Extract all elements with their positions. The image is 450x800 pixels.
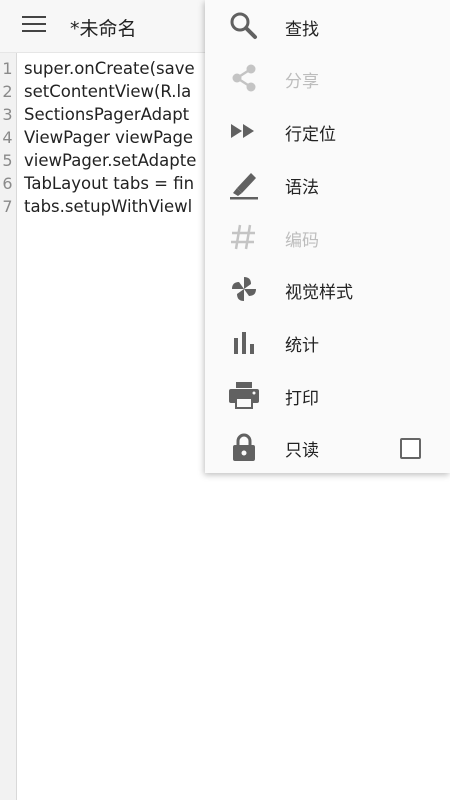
code-line[interactable]: SectionsPagerAdapt: [24, 103, 189, 126]
menu-item-syntax[interactable]: 语法: [205, 158, 450, 210]
share-icon: [232, 64, 256, 92]
line-number: 1: [2, 59, 13, 78]
code-line[interactable]: setContentView(R.la: [24, 80, 191, 103]
fast-forward-icon: [231, 124, 254, 138]
line-number: 4: [2, 128, 13, 147]
code-line[interactable]: tabs.setupWithViewl: [24, 195, 192, 218]
code-line[interactable]: TabLayout tabs = fin: [24, 172, 194, 195]
menu-item-read-only[interactable]: 只读: [205, 421, 450, 473]
menu-item-label: 视觉样式: [285, 283, 353, 303]
menu-item-label: 语法: [285, 178, 319, 198]
menu-item-label: 只读: [285, 441, 319, 461]
bar-chart-icon: [234, 332, 254, 354]
document-title: *未命名: [70, 18, 137, 40]
menu-item-label: 查找: [285, 20, 319, 40]
lock-icon: [233, 433, 255, 461]
menu-item-goto-line[interactable]: 行定位: [205, 105, 450, 157]
line-number: 3: [2, 105, 13, 124]
menu-item-label: 分享: [285, 72, 319, 92]
menu-item-print[interactable]: 打印: [205, 369, 450, 421]
printer-icon: [229, 382, 259, 409]
menu-item-visual-style[interactable]: 视觉样式: [205, 263, 450, 315]
overflow-menu: 查找 分享 行定位 语法 编码 视觉样式 统计 打印 只读: [205, 0, 450, 473]
menu-item-label: 编码: [285, 231, 319, 251]
menu-item-share[interactable]: 分享: [205, 52, 450, 104]
menu-item-encoding[interactable]: 编码: [205, 211, 450, 263]
menu-item-statistics[interactable]: 统计: [205, 316, 450, 368]
read-only-checkbox[interactable]: [400, 438, 421, 459]
hash-icon: [231, 224, 255, 250]
line-number: 6: [2, 174, 13, 193]
menu-item-label: 打印: [285, 389, 319, 409]
line-number: 7: [2, 197, 13, 216]
code-line[interactable]: super.onCreate(save: [24, 57, 195, 80]
menu-item-label: 行定位: [285, 125, 336, 145]
code-line[interactable]: ViewPager viewPage: [24, 126, 193, 149]
line-number: 2: [2, 82, 13, 101]
pinwheel-icon: [232, 277, 256, 301]
code-line[interactable]: viewPager.setAdapte: [24, 149, 196, 172]
line-number-gutter: 1 2 3 4 5 6 7: [0, 53, 17, 800]
menu-item-find[interactable]: 查找: [205, 0, 450, 52]
line-number: 5: [2, 151, 13, 170]
search-icon: [230, 12, 257, 39]
menu-item-label: 统计: [285, 336, 319, 356]
highlighter-icon: [230, 173, 258, 200]
hamburger-icon[interactable]: [22, 16, 48, 36]
